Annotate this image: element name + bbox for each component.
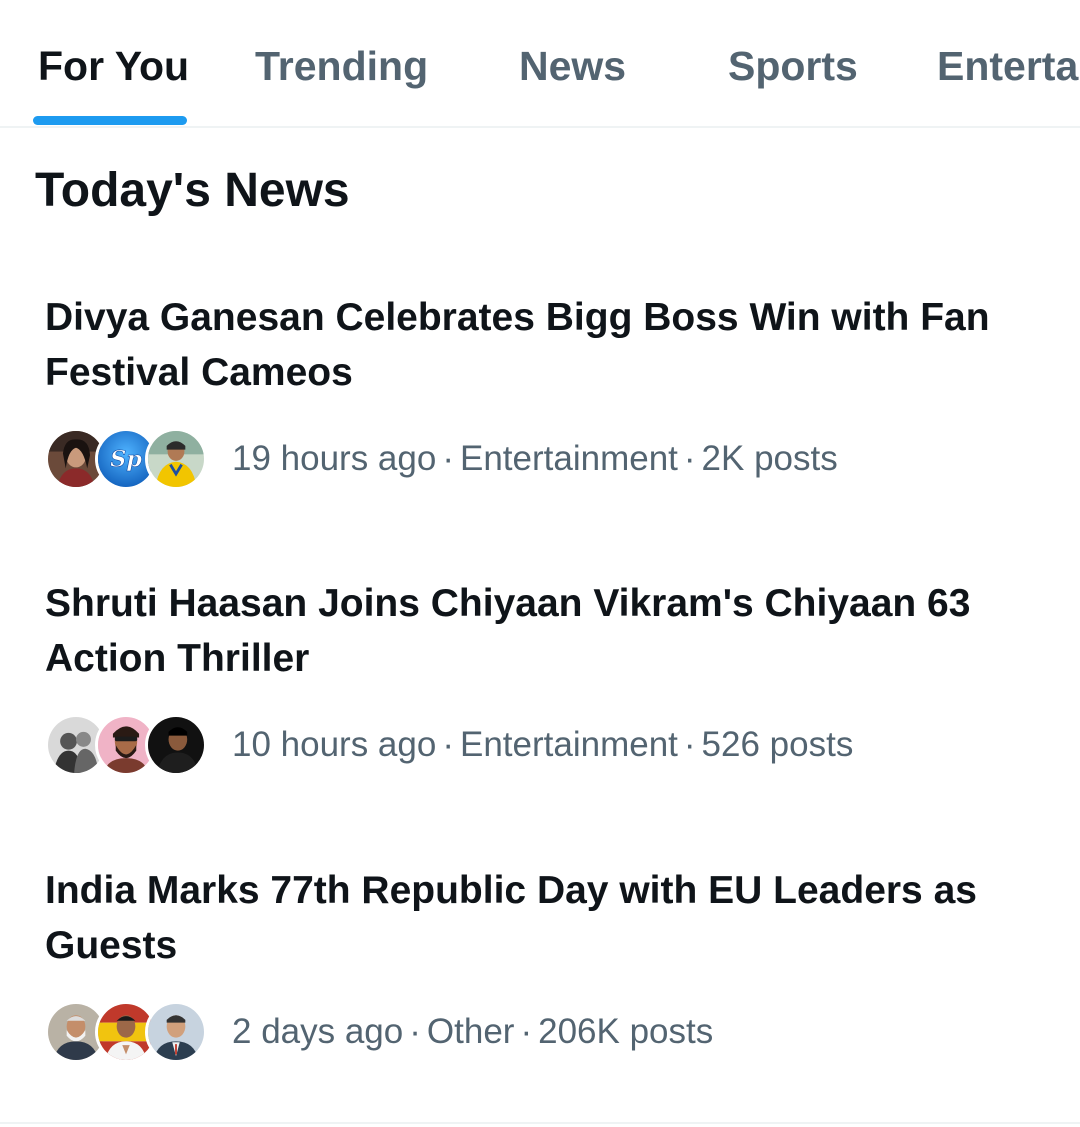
man-dark-background-avatar-icon xyxy=(145,714,207,776)
tab-bar: For You Trending News Sports Enterta xyxy=(0,0,1080,128)
story-post-count: 526 posts xyxy=(701,725,854,764)
tab-sports[interactable]: Sports xyxy=(728,40,858,92)
bottom-divider xyxy=(0,1122,1080,1124)
tab-news[interactable]: News xyxy=(519,40,626,92)
story-category: Other xyxy=(426,1012,515,1051)
story-post-count: 2K posts xyxy=(701,439,838,478)
news-story[interactable]: Shruti Haasan Joins Chiyaan Vikram's Chi… xyxy=(45,576,1045,776)
story-meta: 2 days ago · Other · 206K posts xyxy=(232,1010,713,1054)
story-title[interactable]: Shruti Haasan Joins Chiyaan Vikram's Chi… xyxy=(45,576,1035,686)
tab-trending[interactable]: Trending xyxy=(255,40,428,92)
story-category: Entertainment xyxy=(459,725,678,764)
avatar-stack xyxy=(45,714,210,776)
separator-dot: · xyxy=(442,439,454,478)
man-suit-avatar-icon xyxy=(145,1001,207,1063)
tab-for-you[interactable]: For You xyxy=(38,40,189,92)
separator-dot: · xyxy=(683,725,696,764)
story-title[interactable]: India Marks 77th Republic Day with EU Le… xyxy=(45,863,1035,973)
story-category: Entertainment xyxy=(459,439,678,478)
avatar-stack: Sp xyxy=(45,428,210,490)
separator-dot: · xyxy=(520,1012,533,1051)
story-title[interactable]: Divya Ganesan Celebrates Bigg Boss Win w… xyxy=(45,290,1035,400)
sp-logo-text: Sp xyxy=(110,446,142,472)
cricketer-yellow-jersey-avatar-icon xyxy=(145,428,207,490)
story-time: 19 hours ago xyxy=(232,439,437,478)
story-meta: 19 hours ago · Entertainment · 2K posts xyxy=(232,437,838,481)
story-meta-row: Sp 19 hours ago · Entertainment · 2K posts xyxy=(45,428,1045,490)
story-time: 10 hours ago xyxy=(232,725,437,764)
story-meta: 10 hours ago · Entertainment · 526 posts xyxy=(232,723,853,767)
separator-dot: · xyxy=(683,439,696,478)
tab-entertainment[interactable]: Enterta xyxy=(937,40,1078,92)
avatar-stack xyxy=(45,1001,210,1063)
news-story[interactable]: Divya Ganesan Celebrates Bigg Boss Win w… xyxy=(45,290,1045,490)
separator-dot: · xyxy=(442,725,454,764)
section-title: Today's News xyxy=(35,164,350,217)
story-post-count: 206K posts xyxy=(538,1012,714,1051)
active-tab-indicator xyxy=(33,116,187,125)
story-meta-row: 2 days ago · Other · 206K posts xyxy=(45,1001,1045,1063)
story-meta-row: 10 hours ago · Entertainment · 526 posts xyxy=(45,714,1045,776)
story-time: 2 days ago xyxy=(232,1012,404,1051)
news-story[interactable]: India Marks 77th Republic Day with EU Le… xyxy=(45,863,1045,1063)
separator-dot: · xyxy=(409,1012,421,1051)
